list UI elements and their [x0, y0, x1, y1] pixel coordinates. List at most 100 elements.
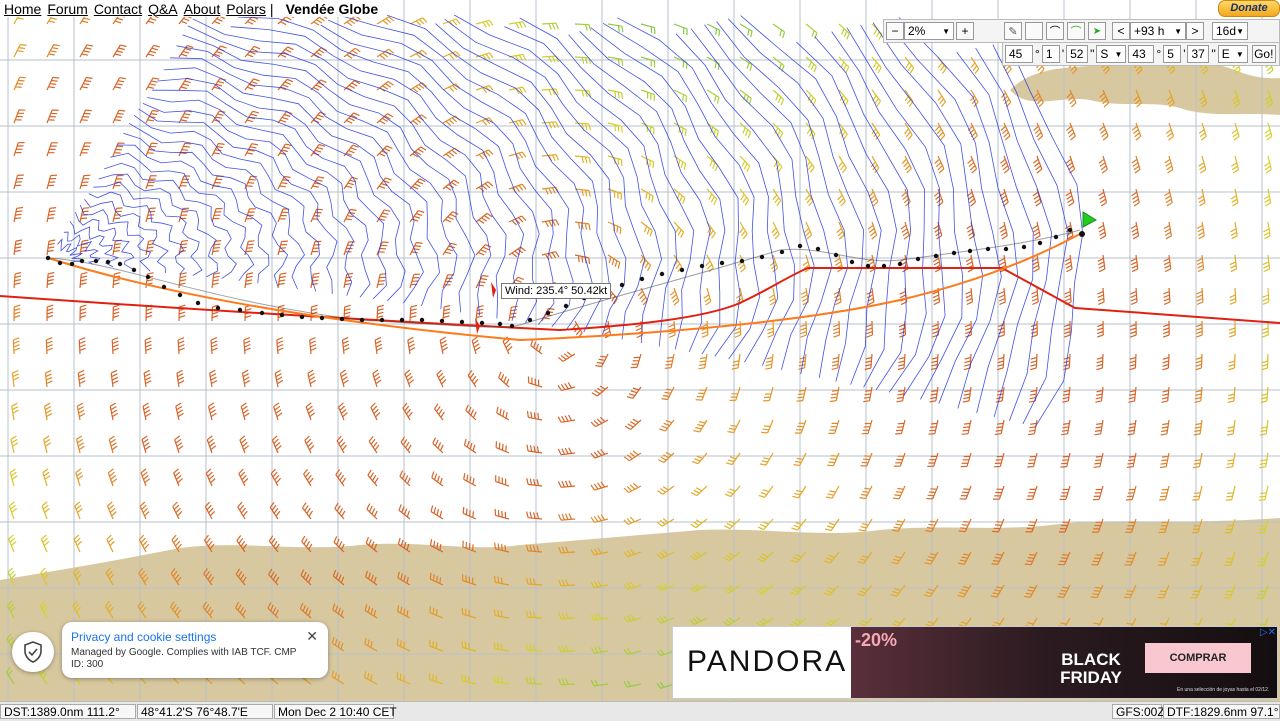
waypoint-dot — [339, 316, 345, 322]
second-symbol: " — [1090, 47, 1095, 61]
waypoint-dot — [93, 258, 99, 264]
nav-home[interactable]: Home — [4, 1, 41, 17]
lon-minutes-input[interactable]: 5 — [1163, 45, 1182, 63]
waypoint-dot — [915, 256, 921, 262]
nav-contact[interactable]: Contact — [94, 1, 142, 17]
waypoint-dot — [497, 321, 503, 327]
ad-buy-button[interactable]: COMPRAR — [1145, 643, 1251, 673]
waypoint-dot — [951, 250, 957, 256]
ad-choices-icon[interactable]: ▷✕ — [1260, 627, 1276, 638]
waypoint-dot — [319, 315, 325, 321]
nav-polars[interactable]: Polars — [226, 1, 266, 17]
privacy-popup[interactable]: Privacy and cookie settings Managed by G… — [62, 622, 328, 678]
waypoint-dot — [131, 267, 137, 273]
map-toolbar: − 2% ▼ + ✎ ⌒ ⌒ ➤ < +93 h ▼ > 16d ▼ — [883, 19, 1280, 43]
lat-minutes-input[interactable]: 1 — [1041, 45, 1060, 63]
clear-button[interactable] — [1025, 22, 1043, 40]
route-curve-button[interactable]: ⌒ — [1046, 22, 1064, 40]
lon-hemisphere-value: E — [1221, 47, 1230, 61]
close-icon[interactable]: ✕ — [306, 628, 318, 645]
waypoint-dot — [619, 282, 625, 288]
waypoint-dot — [1053, 234, 1059, 240]
waypoint-dot — [299, 314, 305, 320]
zoom-out-button[interactable]: − — [886, 22, 904, 40]
sailing-route-map[interactable] — [0, 0, 1280, 720]
shield-icon — [24, 641, 42, 663]
waypoint-dot — [849, 259, 855, 265]
lat-hemisphere-select[interactable]: S ▼ — [1096, 45, 1127, 63]
time-offset-select[interactable]: +93 h ▼ — [1130, 22, 1186, 40]
pencil-icon: ✎ — [1008, 25, 1018, 38]
waypoint-dot — [105, 259, 111, 265]
privacy-shield-button[interactable] — [12, 632, 54, 672]
waypoint-dot — [69, 261, 75, 267]
waypoint-dot — [399, 317, 405, 323]
route-green-button[interactable]: ⌒ — [1067, 22, 1085, 40]
waypoint-dot — [865, 263, 871, 269]
destination-dot — [1079, 231, 1085, 237]
green-curve-icon: ⌒ — [1070, 26, 1082, 38]
wind-tooltip: Wind: 235.4° 50.42kt — [501, 283, 612, 299]
waypoint-dot — [759, 254, 765, 260]
donate-button[interactable]: Donate — [1218, 0, 1280, 17]
go-button[interactable]: Go! — [1251, 45, 1276, 63]
waypoint-dot — [237, 307, 243, 313]
nav-about[interactable]: About — [184, 1, 221, 17]
nav-qa[interactable]: Q&A — [148, 1, 178, 17]
waypoint-dot — [1003, 246, 1009, 252]
waypoint-dot — [145, 274, 151, 280]
ad-brand-logo: PANDORA — [687, 645, 848, 678]
ad-headline: BLACK FRIDAY — [1051, 651, 1131, 687]
draw-route-button[interactable]: ✎ — [1004, 22, 1022, 40]
time-next-button[interactable]: > — [1186, 22, 1204, 40]
waypoint-dot — [439, 318, 445, 324]
coordinate-form: 45 ° 1 ' 52 " S ▼ 43 ° 5 ' 37 " E ▼ Go! — [1002, 42, 1280, 66]
waypoint-dot — [679, 267, 685, 273]
waypoint-dot — [699, 263, 705, 269]
second-symbol: " — [1211, 47, 1216, 61]
waypoint-dot — [719, 260, 725, 266]
lon-degrees-input[interactable]: 43 — [1128, 45, 1155, 63]
zoom-value: 2% — [908, 24, 926, 38]
ad-headline-line2: FRIDAY — [1060, 668, 1122, 687]
boat-button[interactable]: ➤ — [1088, 22, 1106, 40]
privacy-title[interactable]: Privacy and cookie settings — [71, 630, 216, 644]
waypoint-dot — [279, 312, 285, 318]
status-date: Mon Dec 2 10:40 CET — [274, 704, 397, 719]
duration-value: 16d — [1216, 24, 1237, 38]
waypoint-dot — [563, 303, 569, 309]
zoom-select[interactable]: 2% ▼ — [904, 22, 954, 40]
waypoint-dot — [797, 243, 803, 249]
waypoint-dot — [639, 276, 645, 282]
lat-hemisphere-value: S — [1100, 47, 1109, 61]
waypoint-dot — [359, 317, 365, 323]
status-dtf: DTF:1829.6nm 97.1° — [1163, 704, 1280, 719]
advertisement-banner[interactable]: PANDORA -20% BLACK FRIDAY COMPRAR En una… — [672, 626, 1278, 699]
status-position: 48°41.2'S 76°48.7'E — [137, 704, 273, 719]
ad-headline-line1: BLACK — [1061, 650, 1121, 669]
nav-forum[interactable]: Forum — [47, 1, 87, 17]
lon-seconds-input[interactable]: 37 — [1187, 45, 1210, 63]
chevron-down-icon: ▼ — [1235, 49, 1244, 59]
waypoint-dot — [1021, 244, 1027, 250]
waypoint-dot — [117, 261, 123, 267]
time-prev-button[interactable]: < — [1112, 22, 1130, 40]
waypoint-dot — [933, 253, 939, 259]
lat-degrees-input[interactable]: 45 — [1005, 45, 1033, 63]
waypoint-dot — [57, 260, 63, 266]
lat-seconds-input[interactable]: 52 — [1066, 45, 1089, 63]
waypoint-dot — [779, 249, 785, 255]
ad-discount: -20% — [855, 630, 898, 650]
status-distance: DST:1389.0nm 111.2° — [0, 704, 136, 719]
duration-select[interactable]: 16d ▼ — [1212, 22, 1248, 40]
ad-fine-print: En una selección de joyas hasta el 02/12… — [1177, 687, 1270, 693]
lon-hemisphere-select[interactable]: E ▼ — [1217, 45, 1248, 63]
waypoint-dot — [419, 317, 425, 323]
waypoint-dot — [379, 317, 385, 323]
zoom-in-button[interactable]: + — [956, 22, 974, 40]
waypoint-dot — [79, 258, 85, 264]
boat-arrow-icon: ➤ — [1092, 25, 1102, 37]
waypoint-dot — [509, 323, 515, 329]
waypoint-dot — [161, 284, 167, 290]
chevron-down-icon: ▼ — [1114, 49, 1123, 59]
